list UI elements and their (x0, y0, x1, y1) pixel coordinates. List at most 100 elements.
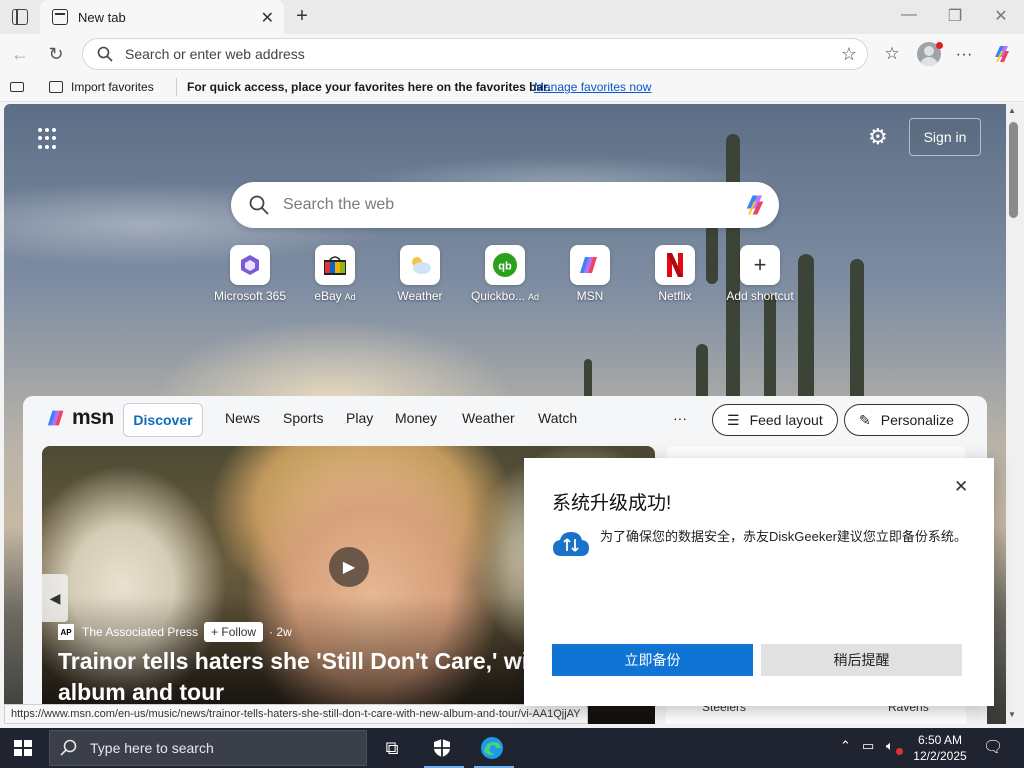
favorites-divider (176, 78, 177, 96)
tab-money[interactable]: Money (395, 410, 437, 426)
netflix-icon (655, 245, 695, 285)
edge-browser-icon[interactable] (474, 734, 510, 762)
close-window-button[interactable]: ✕ (991, 6, 1011, 26)
back-button[interactable]: ← (8, 42, 32, 66)
feed-layout-button[interactable]: ☰ Feed layout (712, 404, 838, 436)
volume-muted-icon[interactable]: 🔈︎ (886, 738, 894, 754)
shortcut-netflix[interactable]: Netflix (633, 245, 717, 303)
browser-title-bar: New tab ✕ + — ❐ ✕ (0, 0, 1024, 34)
restore-button[interactable]: ❐ (945, 6, 965, 26)
new-tab-button[interactable]: + (292, 5, 312, 28)
taskbar-clock[interactable]: 6:50 AM 12/2/2025 (905, 732, 975, 764)
manage-favorites-link[interactable]: Manage favorites now (534, 80, 651, 94)
shortcut-label: eBay (314, 289, 342, 303)
more-tabs-button[interactable]: ··· (673, 410, 687, 426)
msn-logo[interactable]: msn (45, 406, 114, 430)
favorite-star-icon[interactable]: ☆ (841, 44, 857, 65)
shortcut-quickbooks[interactable]: qb Quickbo... Ad (463, 245, 547, 303)
story-age: · 2w (269, 625, 292, 639)
refresh-button[interactable]: ↻ (44, 42, 68, 66)
tab-news[interactable]: News (225, 410, 260, 426)
copilot-icon[interactable] (991, 43, 1013, 65)
shortcut-ebay[interactable]: eBay Ad (293, 245, 377, 303)
sign-in-button[interactable]: Sign in (909, 118, 981, 156)
msn-wordmark: msn (72, 406, 114, 429)
address-bar[interactable]: ☆ (82, 38, 868, 70)
source-logo: AP (58, 624, 74, 640)
notifications-icon[interactable]: 🗨︎ (983, 737, 1003, 757)
shortcut-add[interactable]: + Add shortcut (718, 245, 802, 303)
import-favorites-label: Import favorites (71, 80, 154, 94)
dialog-message: 为了确保您的数据安全，赤友DiskGeeker建议您立即备份系统。 (600, 529, 967, 544)
manage-favorites-link-wrap: Manage favorites now (534, 80, 651, 94)
shortcut-label: MSN (576, 289, 604, 303)
cloud-sync-icon (553, 532, 589, 556)
play-video-icon[interactable]: ▶ (329, 547, 369, 587)
shortcut-label: Quickbo... (470, 289, 525, 303)
app-launcher-icon[interactable] (38, 128, 60, 150)
taskbar-search-box[interactable]: Type here to search (49, 730, 367, 766)
dialog-title: 系统升级成功! (552, 493, 672, 514)
web-search-box[interactable] (231, 182, 779, 228)
personalize-button[interactable]: ✎ Personalize (844, 404, 969, 436)
address-toolbar: ← ↻ ☆ ☆ ··· (0, 34, 1024, 74)
more-options-icon[interactable]: ··· (952, 42, 976, 66)
follow-button[interactable]: + Follow (204, 622, 264, 642)
page-scrollbar[interactable]: ▲ ▼ (1006, 104, 1024, 724)
shortcut-label: Netflix (658, 289, 692, 303)
msn-butterfly-icon (47, 410, 64, 426)
shortcut-weather[interactable]: Weather (378, 245, 462, 303)
tab-watch[interactable]: Watch (538, 410, 577, 426)
search-icon (249, 195, 269, 215)
microsoft-365-icon (230, 245, 270, 285)
svg-text:qb: qb (498, 261, 512, 273)
source-name[interactable]: The Associated Press (82, 625, 198, 639)
carousel-prev-button[interactable]: ◀ (42, 574, 68, 622)
search-icon (97, 46, 113, 62)
tab-actions-icon[interactable] (12, 9, 28, 25)
favorites-hint: For quick access, place your favorites h… (187, 80, 550, 94)
close-tab-icon[interactable]: ✕ (261, 8, 274, 28)
minimize-button[interactable]: — (899, 6, 919, 24)
security-shield-icon[interactable] (424, 734, 460, 762)
tab-weather[interactable]: Weather (462, 410, 515, 426)
close-icon[interactable]: ✕ (954, 477, 968, 497)
personalize-label: Personalize (880, 412, 954, 428)
task-view-icon[interactable]: ⧉ (374, 734, 410, 762)
tab-new-tab[interactable]: New tab ✕ (40, 0, 284, 34)
scroll-up-arrow[interactable]: ▲ (1008, 106, 1016, 115)
favorites-icon[interactable]: ☆ (880, 42, 904, 66)
scrollbar-thumb[interactable] (1009, 122, 1018, 218)
remind-later-button[interactable]: 稍后提醒 (761, 644, 962, 676)
feed-layout-label: Feed layout (749, 412, 823, 428)
follow-label: Follow (221, 625, 257, 639)
tab-play[interactable]: Play (346, 410, 373, 426)
backup-now-button[interactable]: 立即备份 (552, 644, 753, 676)
ad-badge: Ad (528, 292, 540, 302)
windows-start-icon[interactable] (14, 740, 32, 756)
shortcut-label: Microsoft 365 (213, 289, 287, 303)
shortcut-label: Weather (397, 289, 443, 303)
favorites-bar-toggle-icon[interactable] (10, 82, 24, 92)
copilot-icon[interactable] (741, 192, 769, 218)
new-tab-page-icon (52, 9, 68, 25)
sliders-icon: ☰ (727, 411, 740, 428)
link-status-url: https://www.msn.com/en-us/music/news/tra… (4, 704, 588, 724)
web-search-input[interactable] (283, 196, 713, 214)
tray-chevron-icon[interactable]: ⌃ (840, 738, 851, 754)
network-icon[interactable]: ▭ (862, 738, 874, 754)
plus-icon: + (740, 245, 780, 285)
ad-badge: Ad (344, 292, 356, 302)
shortcut-label: Add shortcut (726, 289, 794, 303)
tab-sports[interactable]: Sports (283, 410, 323, 426)
shortcut-msn[interactable]: MSN (548, 245, 632, 303)
search-icon (60, 739, 77, 756)
shortcut-microsoft-365[interactable]: Microsoft 365 (208, 245, 292, 303)
favorites-hint-text: For quick access, place your favorites h… (187, 80, 551, 94)
ebay-icon (315, 245, 355, 285)
settings-gear-icon[interactable]: ⚙ (868, 124, 888, 150)
scroll-down-arrow[interactable]: ▼ (1008, 710, 1016, 719)
import-favorites-button[interactable]: Import favorites (49, 80, 154, 94)
address-input[interactable] (125, 46, 815, 62)
tab-discover[interactable]: Discover (123, 403, 203, 437)
